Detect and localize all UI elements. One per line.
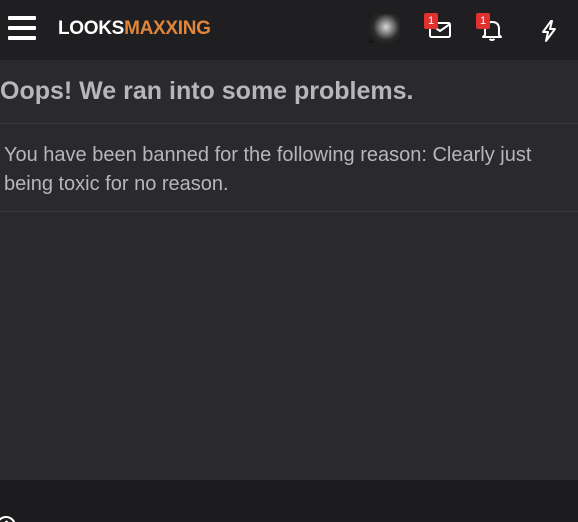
alerts-button[interactable]: 1 — [476, 13, 508, 45]
whats-new-button[interactable] — [533, 13, 565, 45]
logo-text-maxxing: MAXXING — [124, 18, 211, 39]
top-navigation-bar: LOOKSMAXXING 1 1 — [0, 0, 578, 60]
avatar[interactable] — [369, 14, 400, 43]
page-footer — [0, 480, 578, 522]
alerts-badge: 1 — [476, 13, 490, 29]
lightning-icon — [542, 20, 556, 42]
divider — [0, 123, 578, 124]
footer-icon[interactable] — [0, 514, 18, 522]
ban-message: You have been banned for the following r… — [4, 144, 532, 195]
inbox-badge: 1 — [424, 13, 438, 29]
page-title: Oops! We ran into some problems. — [0, 77, 414, 105]
site-logo[interactable]: LOOKSMAXXING — [58, 18, 211, 40]
divider — [0, 211, 578, 212]
inbox-button[interactable]: 1 — [424, 13, 456, 45]
logo-text-looks: LOOKS — [58, 18, 125, 39]
menu-icon[interactable] — [8, 16, 36, 40]
